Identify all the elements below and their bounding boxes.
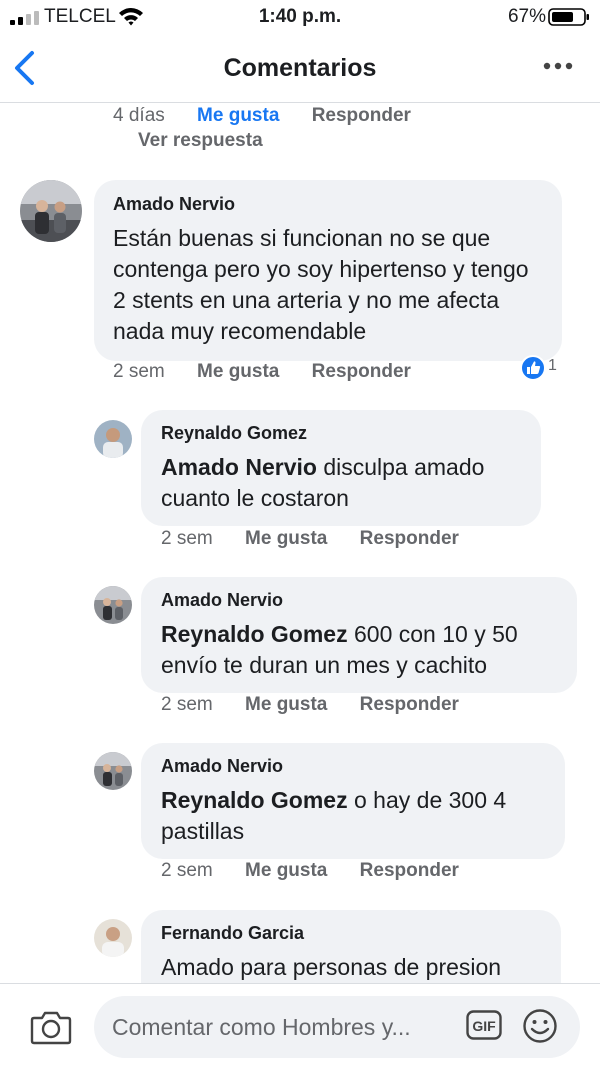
- comment-text-container: Reynaldo Gomez o hay de 300 4 pastillas: [161, 785, 547, 847]
- avatar[interactable]: [94, 586, 132, 624]
- reply-button[interactable]: Responder: [312, 361, 411, 382]
- comment-text-container: Reynaldo Gomez 600 con 10 y 50 envío te …: [161, 619, 559, 681]
- comment-author[interactable]: Fernando Garcia: [161, 923, 543, 944]
- comment-bubble: Reynaldo Gomez Amado Nervio disculpa ama…: [141, 410, 541, 526]
- mention-link[interactable]: Reynaldo Gomez: [161, 621, 348, 647]
- comment-actions: 2 sem Me gusta Responder: [161, 528, 486, 550]
- comment-text-container: Amado Nervio disculpa amado cuanto le co…: [161, 452, 523, 514]
- like-reaction-icon: [520, 355, 546, 381]
- comment-bubble: Amado Nervio Reynaldo Gomez 600 con 10 y…: [141, 577, 577, 693]
- like-button[interactable]: Me gusta: [197, 105, 279, 126]
- comment-bubble: Amado Nervio Están buenas si funcionan n…: [94, 180, 562, 361]
- comment-bubble: Fernando Garcia Amado para personas de p…: [141, 910, 561, 983]
- battery-icon: [548, 8, 589, 26]
- comment-author[interactable]: Amado Nervio: [161, 756, 547, 777]
- like-button[interactable]: Me gusta: [197, 361, 279, 382]
- previous-comment-actions: 4 días Me gusta Responder: [113, 105, 438, 127]
- comment-time: 2 sem: [161, 860, 213, 881]
- like-button[interactable]: Me gusta: [245, 528, 327, 549]
- comment-actions: 2 sem Me gusta Responder: [161, 860, 486, 882]
- comment-time: 2 sem: [113, 361, 165, 382]
- comment-composer: Comentar como Hombres y... GIF: [0, 983, 600, 1068]
- avatar[interactable]: [20, 180, 82, 242]
- battery-percentage: 67%: [507, 6, 546, 27]
- reply-button[interactable]: Responder: [312, 105, 411, 126]
- comment-bubble: Amado Nervio Reynaldo Gomez o hay de 300…: [141, 743, 565, 859]
- comment-author[interactable]: Amado Nervio: [113, 194, 544, 215]
- reply-button[interactable]: Responder: [360, 860, 459, 881]
- reply-button[interactable]: Responder: [360, 694, 459, 715]
- camera-icon[interactable]: [30, 1009, 72, 1045]
- comment-time: 4 días: [113, 105, 165, 126]
- gif-icon[interactable]: GIF: [466, 1010, 502, 1040]
- comment-text: Amado para personas de presion: [161, 954, 502, 980]
- avatar[interactable]: [94, 752, 132, 790]
- more-icon[interactable]: [542, 60, 574, 72]
- mention-link[interactable]: Amado Nervio: [161, 454, 317, 480]
- avatar[interactable]: [94, 420, 132, 458]
- comment-actions: 2 sem Me gusta Responder: [161, 694, 486, 716]
- avatar[interactable]: [94, 919, 132, 957]
- comment-text: Están buenas si funcionan no se que cont…: [113, 225, 529, 344]
- mention-link[interactable]: Reynaldo Gomez: [161, 787, 348, 813]
- reaction-count-value: 1: [548, 357, 557, 374]
- comment-author[interactable]: Reynaldo Gomez: [161, 423, 523, 444]
- comment-time: 2 sem: [161, 528, 213, 549]
- comments-list: 4 días Me gusta Responder Ver respuesta …: [0, 103, 600, 983]
- comment-actions: 2 sem Me gusta Responder: [113, 361, 438, 383]
- header-bar: Comentarios: [0, 34, 600, 103]
- gif-label: GIF: [472, 1018, 496, 1034]
- comment-input[interactable]: Comentar como Hombres y... GIF: [94, 996, 580, 1058]
- page-title: Comentarios: [223, 54, 377, 82]
- like-button[interactable]: Me gusta: [245, 694, 327, 715]
- comment-time: 2 sem: [161, 694, 213, 715]
- emoji-icon[interactable]: [522, 1008, 558, 1044]
- comment-author[interactable]: Amado Nervio: [161, 590, 559, 611]
- reply-button[interactable]: Responder: [360, 528, 459, 549]
- comment-input-placeholder: Comentar como Hombres y...: [112, 1014, 411, 1040]
- status-bar: TELCEL 1:40 p.m. 67%: [0, 0, 600, 34]
- view-replies-link[interactable]: Ver respuesta: [138, 130, 263, 152]
- like-button[interactable]: Me gusta: [245, 860, 327, 881]
